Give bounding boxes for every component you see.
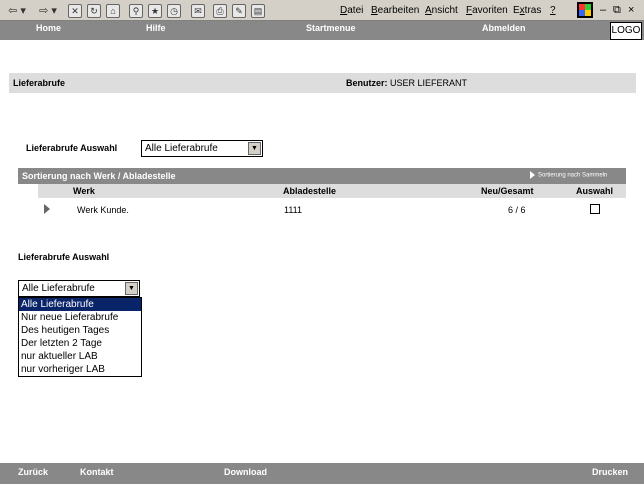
column-header-abladestelle: Abladestelle (283, 186, 337, 196)
search-icon: ⚲ (129, 3, 143, 18)
print-button[interactable]: ⎙ (212, 3, 228, 18)
sort-bar: Sortierung nach Werk / Abladestelle Sort… (18, 168, 626, 184)
printer-icon: ⎙ (213, 3, 227, 18)
dropdown-option[interactable]: Der letzten 2 Tage (19, 337, 141, 350)
history-icon: ◷ (167, 3, 181, 18)
menu-extras[interactable]: Extras (513, 5, 541, 16)
menu-bearbeiten[interactable]: Bearbeiten (371, 5, 419, 16)
menu-favoriten[interactable]: Favoriten (466, 5, 508, 16)
menu-ansicht[interactable]: Ansicht (425, 5, 458, 16)
menu-datei[interactable]: Datei (340, 5, 363, 16)
windows-logo-icon (577, 2, 593, 18)
column-header-neu-gesamt: Neu/Gesamt (481, 186, 534, 196)
browser-toolbar: ⇦ ▾ ⇨ ▾ ✕ ↻ ⌂ ⚲ ★ ◷ ✉ ⎙ ✎ ▤ Datei Bearbe… (0, 0, 644, 21)
nav-startmenue-link[interactable]: Startmenue (306, 23, 356, 33)
nav-drucken-link[interactable]: Drucken (592, 467, 628, 477)
auswahl-select-value: Alle Lieferabrufe (145, 143, 218, 154)
edit-button[interactable]: ✎ (231, 3, 247, 18)
top-navigation: Home Hilfe Startmenue Abmelden (0, 21, 644, 40)
page-title: Lieferabrufe (13, 78, 66, 88)
home-icon: ⌂ (106, 3, 120, 18)
dropdown-option[interactable]: nur vorheriger LAB (19, 363, 141, 376)
arrow-right-icon (530, 171, 535, 179)
forward-button[interactable]: ⇨ ▾ (34, 3, 62, 18)
expand-arrow-icon[interactable] (44, 204, 50, 214)
document-icon: ▤ (251, 3, 265, 18)
nav-abmelden-link[interactable]: Abmelden (482, 23, 526, 33)
auswahl-select[interactable]: Alle Lieferabrufe ▼ (141, 140, 263, 157)
back-button[interactable]: ⇦ ▾ (3, 3, 31, 18)
nav-home-link[interactable]: Home (36, 23, 61, 33)
restore-button[interactable]: ⧉ (613, 4, 621, 17)
mail-button[interactable]: ✉ (187, 3, 209, 18)
dropdown-option[interactable]: Alle Lieferabrufe (19, 298, 141, 311)
refresh-button[interactable]: ↻ (86, 3, 102, 18)
dropdown-option[interactable]: Des heutigen Tages (19, 324, 141, 337)
auswahl-checkbox[interactable] (590, 204, 600, 214)
table-header: Werk Abladestelle Neu/Gesamt Auswahl (38, 184, 626, 198)
nav-hilfe-link[interactable]: Hilfe (146, 23, 166, 33)
column-header-auswahl: Auswahl (576, 186, 614, 196)
auswahl-select-2[interactable]: Alle Lieferabrufe ▼ (18, 280, 140, 297)
nav-kontakt-link[interactable]: Kontakt (80, 467, 114, 477)
page-header: Lieferabrufe Benutzer: USER LIEFERANT (9, 73, 636, 93)
edit-icon: ✎ (232, 3, 246, 18)
user-info: Benutzer: USER LIEFERANT (346, 78, 468, 88)
back-icon: ⇦ ▾ (8, 5, 26, 17)
favorites-icon: ★ (148, 3, 162, 18)
stop-button[interactable]: ✕ (67, 3, 83, 18)
discuss-button[interactable]: ▤ (250, 3, 266, 18)
cell-werk[interactable]: Werk Kunde. (77, 205, 129, 215)
column-header-werk: Werk (73, 186, 95, 196)
bottom-navigation: Zurück Kontakt Download Drucken (0, 463, 644, 484)
chevron-down-icon: ▼ (248, 142, 261, 155)
cell-neu-gesamt: 6 / 6 (508, 205, 526, 215)
sort-alternative-link[interactable]: Sortierung nach Sammeln (530, 171, 607, 179)
minimize-button[interactable]: – (600, 4, 606, 16)
auswahl-label-2: Lieferabrufe Auswahl (18, 252, 110, 262)
refresh-icon: ↻ (87, 3, 101, 18)
auswahl-dropdown-list: Alle Lieferabrufe Nur neue Lieferabrufe … (18, 297, 142, 377)
favorites-button[interactable]: ★ (147, 3, 163, 18)
close-button[interactable]: × (628, 4, 634, 16)
sort-current-label: Sortierung nach Werk / Abladestelle (22, 171, 176, 181)
history-button[interactable]: ◷ (166, 3, 182, 18)
home-button[interactable]: ⌂ (105, 3, 121, 18)
dropdown-option[interactable]: nur aktueller LAB (19, 350, 141, 363)
chevron-down-icon: ▼ (125, 282, 138, 295)
menu-help[interactable]: ? (550, 5, 556, 16)
auswahl-label: Lieferabrufe Auswahl (26, 143, 118, 153)
dropdown-option[interactable]: Nur neue Lieferabrufe (19, 311, 141, 324)
nav-zurueck-link[interactable]: Zurück (18, 467, 48, 477)
forward-icon: ⇨ ▾ (39, 5, 57, 17)
nav-download-link[interactable]: Download (224, 467, 267, 477)
logo: LOGO (610, 22, 642, 40)
mail-icon: ✉ (191, 3, 205, 18)
search-button[interactable]: ⚲ (128, 3, 144, 18)
stop-icon: ✕ (68, 3, 82, 18)
cell-abladestelle: 1111 (284, 205, 303, 215)
auswahl-select-2-value: Alle Lieferabrufe (22, 283, 95, 294)
